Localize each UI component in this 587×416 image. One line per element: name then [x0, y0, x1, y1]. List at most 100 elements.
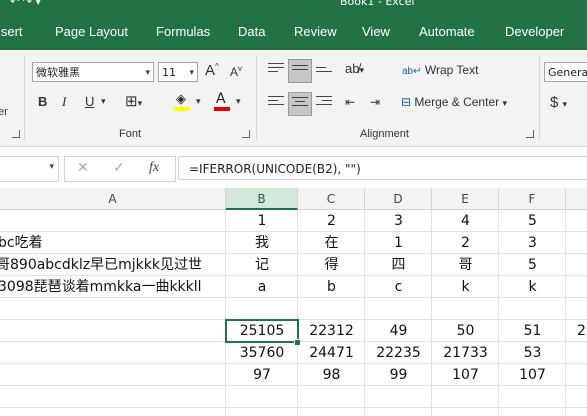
column-header-f[interactable]: F	[499, 188, 566, 210]
tab-review[interactable]: Review	[294, 24, 337, 39]
cell-c7[interactable]: 24471	[298, 342, 365, 364]
tab-data[interactable]: Data	[238, 24, 265, 39]
formula-buttons: ✕ ✓ fx	[64, 156, 176, 182]
alignment-group-label: Alignment	[360, 128, 409, 140]
clipboard-launcher-icon[interactable]	[12, 130, 20, 138]
tab-view[interactable]: View	[362, 24, 390, 39]
font-size-dropdown[interactable]: 11 ▾	[158, 62, 198, 82]
fill-color-dropdown-icon[interactable]: ▾	[196, 96, 201, 107]
font-color-dropdown-icon[interactable]: ▾	[236, 96, 241, 107]
italic-button[interactable]: I	[62, 94, 66, 110]
name-box[interactable]: ▾	[0, 156, 59, 182]
align-top-icon[interactable]	[268, 63, 284, 75]
underline-dropdown-icon[interactable]: ▾	[101, 96, 106, 107]
increase-indent-icon[interactable]: ⇥	[370, 95, 380, 109]
formula-input[interactable]: =IFERROR(UNICODE(B2), "")	[178, 156, 587, 180]
column-header-a[interactable]: A	[0, 188, 226, 210]
font-size-value: 11	[162, 66, 176, 79]
alignment-launcher-icon[interactable]	[526, 130, 534, 138]
cell-a4[interactable]: 3098琵琶谈着mmkka一曲kkkll	[0, 276, 224, 298]
cell-a3[interactable]: 哥890abcdklz早已mjkkk见过世	[0, 254, 222, 276]
cell-f2[interactable]: 3	[499, 232, 566, 254]
fill-color-button[interactable]: ◈	[172, 90, 192, 112]
font-color-button[interactable]: A	[212, 90, 232, 112]
cell-b8[interactable]: 97	[226, 364, 298, 386]
font-name-value: 微软雅黑	[36, 66, 80, 79]
cell-d7[interactable]: 22235	[365, 342, 432, 364]
decrease-font-size-button[interactable]: Av	[230, 64, 242, 79]
cell-c3[interactable]: 得	[298, 254, 365, 276]
column-header-d[interactable]: D	[365, 188, 432, 210]
font-color-icon: A	[216, 91, 226, 107]
insert-function-icon[interactable]: fx	[149, 160, 159, 176]
column-header-c[interactable]: C	[298, 188, 365, 210]
active-cell-selection[interactable]	[225, 319, 299, 343]
cell-g6[interactable]: 2	[577, 320, 587, 342]
orientation-button[interactable]: ab̸▾	[345, 61, 364, 76]
cell-f6[interactable]: 51	[499, 320, 566, 342]
borders-icon: ⊞	[125, 93, 138, 110]
increase-font-size-button[interactable]: A^	[205, 62, 219, 79]
currency-format-button[interactable]: $ ▾	[550, 94, 567, 111]
cell-f7[interactable]: 53	[499, 342, 566, 364]
merge-center-button[interactable]: ⊟ Merge & Center ▾	[401, 95, 507, 109]
cell-f3[interactable]: 5	[499, 254, 566, 276]
bold-button[interactable]: B	[38, 94, 47, 109]
cell-e3[interactable]: 哥	[432, 254, 499, 276]
cell-b7[interactable]: 35760	[226, 342, 298, 364]
tab-developer[interactable]: Developer	[505, 24, 564, 39]
column-header-e[interactable]: E	[432, 188, 499, 210]
cell-f8[interactable]: 107	[499, 364, 566, 386]
wrap-text-button[interactable]: ab↵ Wrap Text	[402, 63, 478, 77]
font-group-label: Font	[119, 128, 142, 140]
decrease-indent-icon[interactable]: ⇤	[345, 95, 355, 109]
fill-color-swatch	[174, 107, 190, 111]
cell-b1[interactable]: 1	[226, 210, 298, 232]
cell-c6[interactable]: 22312	[298, 320, 365, 342]
tab-page-layout[interactable]: Page Layout	[55, 24, 128, 39]
cell-d4[interactable]: c	[365, 276, 432, 298]
tab-automate[interactable]: Automate	[419, 24, 475, 39]
quick-access-icons[interactable]: ↶ ↷ ▾	[10, 0, 41, 8]
cell-e2[interactable]: 2	[432, 232, 499, 254]
cell-d6[interactable]: 49	[365, 320, 432, 342]
borders-button[interactable]: ⊞▾	[125, 92, 142, 110]
cell-f1[interactable]: 5	[499, 210, 566, 232]
cell-b2[interactable]: 我	[226, 232, 298, 254]
cell-f4[interactable]: k	[499, 276, 566, 298]
underline-button[interactable]: U	[85, 94, 94, 109]
cell-b4[interactable]: a	[226, 276, 298, 298]
cell-e4[interactable]: k	[432, 276, 499, 298]
cell-d8[interactable]: 99	[365, 364, 432, 386]
font-launcher-icon[interactable]	[242, 130, 250, 138]
align-right-icon[interactable]	[316, 96, 332, 108]
cell-d3[interactable]: 四	[365, 254, 432, 276]
enter-icon[interactable]: ✓	[113, 160, 125, 176]
cell-d2[interactable]: 1	[365, 232, 432, 254]
align-bottom-icon[interactable]	[316, 67, 332, 79]
cell-b3[interactable]: 记	[226, 254, 298, 276]
tab-formulas[interactable]: Formulas	[156, 24, 210, 39]
cancel-icon[interactable]: ✕	[77, 160, 89, 176]
column-header-b[interactable]: B	[226, 188, 298, 210]
fill-handle[interactable]	[294, 339, 301, 346]
cell-a2[interactable]: bc吃着	[0, 232, 224, 254]
chevron-down-icon: ▾	[49, 162, 54, 172]
cell-d1[interactable]: 3	[365, 210, 432, 232]
cell-c8[interactable]: 98	[298, 364, 365, 386]
column-header-g[interactable]	[566, 188, 587, 210]
title-bar: ↶ ↷ ▾ Book1 - Excel	[0, 0, 587, 10]
number-format-dropdown[interactable]: General	[544, 62, 587, 82]
font-name-dropdown[interactable]: 微软雅黑 ▾	[32, 62, 154, 82]
cell-e1[interactable]: 4	[432, 210, 499, 232]
cell-c4[interactable]: b	[298, 276, 365, 298]
cell-c2[interactable]: 在	[298, 232, 365, 254]
chevron-down-icon: ▾	[137, 98, 143, 108]
cell-c1[interactable]: 2	[298, 210, 365, 232]
tab-insert[interactable]: Insert	[0, 24, 23, 39]
cell-e7[interactable]: 21733	[432, 342, 499, 364]
cell-e8[interactable]: 107	[432, 364, 499, 386]
merge-center-label: Merge & Center	[414, 95, 500, 109]
align-left-icon[interactable]	[268, 96, 284, 108]
cell-e6[interactable]: 50	[432, 320, 499, 342]
